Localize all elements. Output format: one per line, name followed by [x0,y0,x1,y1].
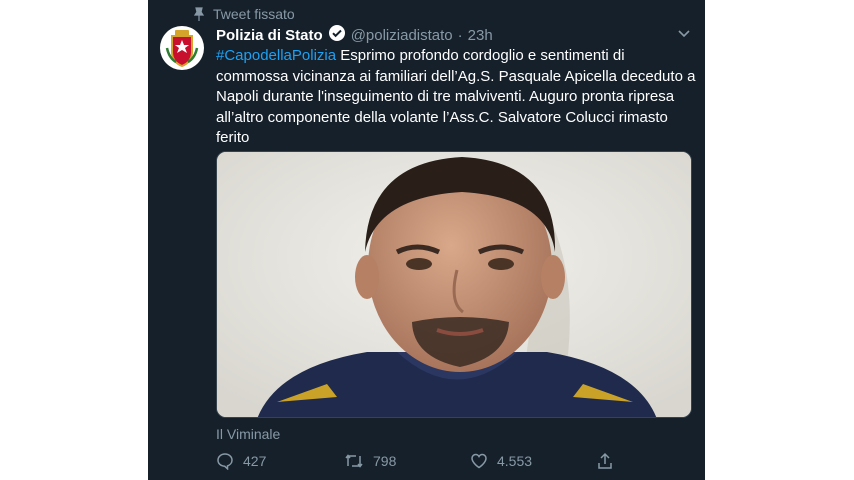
author-name[interactable]: Polizia di Stato [216,27,323,44]
like-button[interactable]: 4.553 [470,452,532,470]
chevron-down-icon [678,30,690,38]
reply-icon [217,453,233,470]
hashtag-link[interactable]: #CapodellaPolizia [216,47,336,64]
heart-icon [471,453,487,469]
retweet-count: 798 [373,453,397,469]
verified-badge-icon [328,24,346,46]
tweet-photo[interactable] [216,151,692,418]
source-label[interactable]: Il Viminale [216,426,280,442]
portrait-photo [217,152,691,417]
like-count: 4.553 [497,453,533,469]
tweet-actions: 427 798 4.553 [216,452,636,474]
tweet-time[interactable]: 23h [468,27,493,44]
tweet-header: Polizia di Stato @poliziadistato · 23h [216,24,493,46]
share-button[interactable] [596,452,614,470]
pin-icon [193,7,205,21]
retweet-button[interactable]: 798 [344,452,396,470]
reply-button[interactable]: 427 [216,452,266,470]
avatar[interactable] [160,26,204,70]
police-crest-icon [165,30,199,68]
share-icon [598,452,612,469]
more-options-button[interactable] [677,26,693,42]
tweet-text: #CapodellaPolizia Esprimo profondo cordo… [216,46,700,149]
separator-dot: · [457,26,463,44]
pinned-label: Tweet fissato [213,6,295,22]
retweet-icon [345,454,363,468]
pinned-indicator: Tweet fissato [193,5,295,23]
tweet-card[interactable]: Tweet fissato Polizia di Stato @poliziad… [148,0,705,480]
author-handle[interactable]: @poliziadistato [351,27,453,44]
reply-count: 427 [243,453,267,469]
